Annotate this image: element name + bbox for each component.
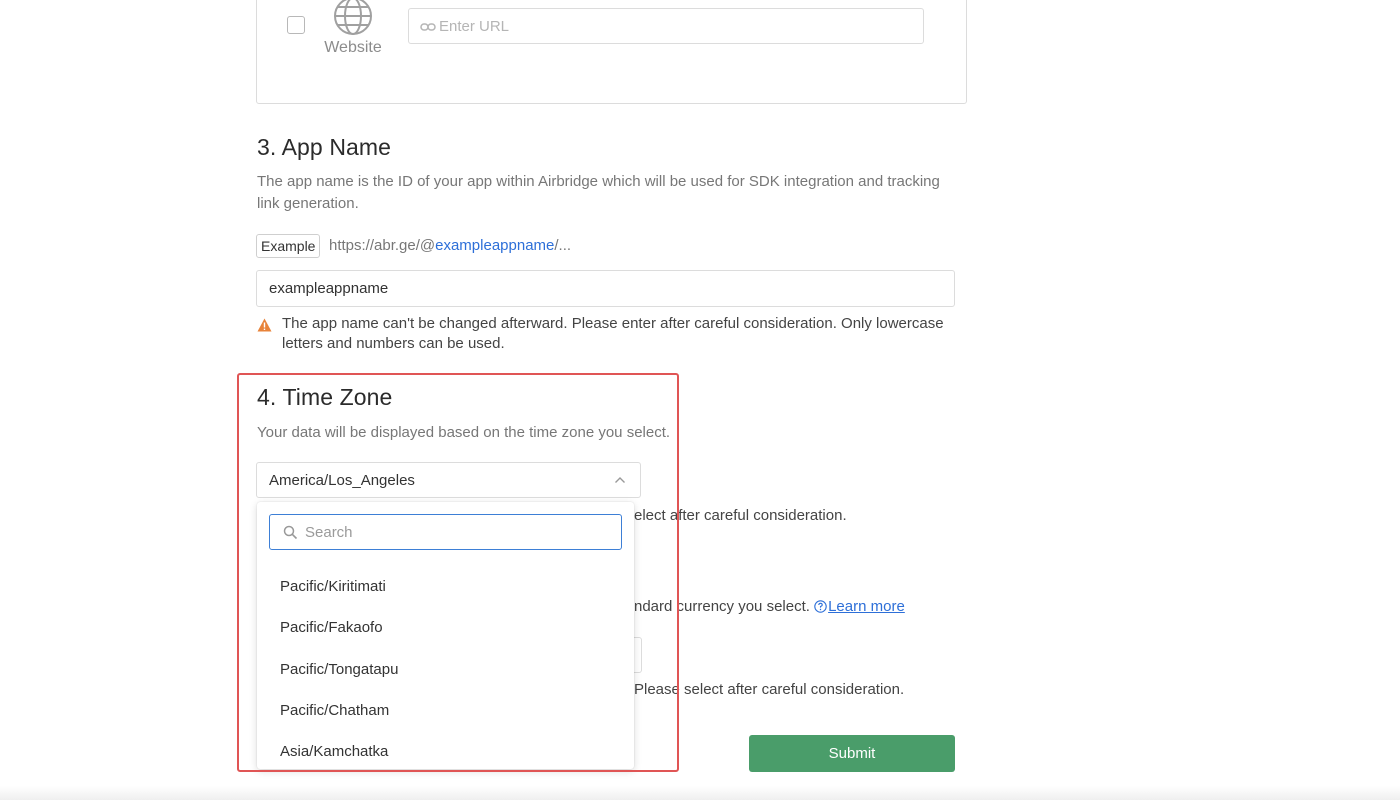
globe-icon (334, 0, 372, 35)
chevron-up-icon (615, 477, 625, 483)
warning-icon (257, 318, 272, 332)
link-icon (420, 23, 436, 31)
app-name-field[interactable] (256, 270, 955, 307)
search-icon (283, 525, 298, 540)
time-zone-search-input[interactable] (305, 515, 615, 549)
submit-button[interactable]: Submit (749, 735, 955, 772)
time-zone-option[interactable]: Pacific/Fakaofo (257, 607, 634, 648)
learn-more-link[interactable]: Learn more (828, 598, 905, 615)
example-url-prefix: https://abr.ge/@ (329, 237, 436, 254)
time-zone-option[interactable]: Pacific/Tongatapu (257, 649, 634, 690)
time-zone-select[interactable]: America/Los_Angeles (256, 462, 641, 498)
time-zone-option[interactable]: Pacific/Chatham (257, 690, 634, 731)
page: Website 3. App Name The app name is the … (0, 0, 1400, 800)
app-name-heading: 3. App Name (257, 134, 392, 160)
time-zone-selected-value: America/Los_Angeles (269, 472, 415, 489)
website-checkbox[interactable] (287, 16, 305, 34)
time-zone-dropdown: Pacific/Kiritimati Pacific/Fakaofo Pacif… (257, 502, 634, 769)
example-url-appname: exampleappname (435, 237, 555, 254)
example-url-suffix: /... (554, 237, 572, 254)
time-zone-description: Your data will be displayed based on the… (257, 424, 671, 441)
time-zone-warning-partial: elect after careful consideration. (634, 507, 847, 524)
time-zone-heading: 4. Time Zone (257, 384, 393, 410)
website-url-input[interactable] (439, 9, 909, 43)
time-zone-option[interactable]: Asia/Kamchatka (257, 731, 634, 769)
bottom-edge (0, 786, 1400, 800)
app-name-input[interactable] (269, 271, 939, 306)
website-url-field[interactable] (408, 8, 924, 44)
help-icon (814, 600, 827, 613)
currency-description-partial: ndard currency you select. Learn more (634, 598, 905, 615)
currency-warning-partial: Please select after careful consideratio… (634, 681, 905, 698)
time-zone-options: Pacific/Kiritimati Pacific/Fakaofo Pacif… (257, 566, 634, 769)
time-zone-option[interactable]: Pacific/Kiritimati (257, 566, 634, 607)
time-zone-search-field[interactable] (269, 514, 622, 550)
example-tag: Example (256, 234, 321, 258)
app-name-description: The app name is the ID of your app withi… (257, 173, 940, 212)
currency-description-text: ndard currency you select. (634, 598, 810, 615)
example-url: https://abr.ge/@exampleappname/... (329, 237, 571, 254)
app-name-warning: The app name can't be changed afterward.… (282, 315, 944, 352)
website-label: Website (324, 39, 382, 56)
